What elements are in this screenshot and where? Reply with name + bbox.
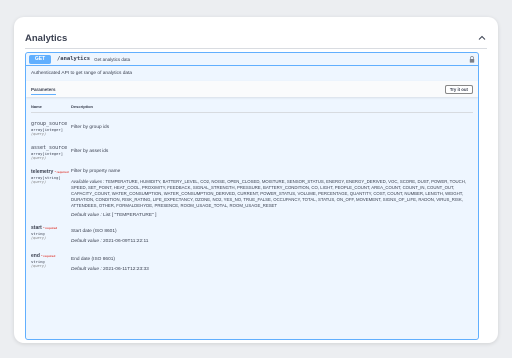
default-value-label: Default value : xyxy=(71,239,102,244)
param-in: (query) xyxy=(31,180,47,184)
operation-description: Authenticated API to get range of analyt… xyxy=(31,71,133,76)
param-name-cell: end * required string (query) xyxy=(31,253,71,277)
operation-block: GET /analytics Get analytics data Authen… xyxy=(25,52,479,340)
tab-parameters[interactable]: Parameters xyxy=(31,81,56,97)
param-description-cell: Filter by property name Available values… xyxy=(71,169,473,223)
chevron-up-icon[interactable] xyxy=(477,33,487,43)
param-in: (query) xyxy=(31,132,47,136)
param-in: (query) xyxy=(31,156,47,160)
header-description: Description xyxy=(71,104,94,109)
operation-summary[interactable]: GET /analytics Get analytics data xyxy=(26,53,478,66)
tab-bar: Parameters Try it out xyxy=(26,81,478,97)
param-row-telemetry: telemetry * required array[string] (quer… xyxy=(31,161,473,223)
param-description-cell: Filter by asset ids xyxy=(71,145,473,161)
param-description-cell: Start date (ISO 8601) Default value : 20… xyxy=(71,225,473,249)
default-value-text: 2021-06-11T12:23:33 xyxy=(103,267,149,272)
parameters-table: Name Description group_source array[inte… xyxy=(26,97,478,280)
lock-icon[interactable] xyxy=(469,55,475,63)
param-in: (query) xyxy=(31,236,47,240)
required-marker: * required xyxy=(54,170,69,174)
param-description: Filter by property name xyxy=(71,169,121,174)
section-header[interactable]: Analytics xyxy=(25,28,487,49)
try-it-out-button[interactable]: Try it out xyxy=(444,84,473,94)
required-marker: * required xyxy=(43,226,58,230)
default-value: Default value : 2021-06-11T12:23:33 xyxy=(71,267,473,273)
param-name-cell: telemetry * required array[string] (quer… xyxy=(31,169,71,223)
param-description: End date (ISO 8601) xyxy=(71,257,115,262)
default-value-label: Default value : xyxy=(71,213,102,218)
required-marker: * required xyxy=(41,254,56,258)
method-badge: GET xyxy=(29,54,51,64)
param-name-cell: start * required string (query) xyxy=(31,225,71,249)
available-values: Available values : TEMPERATURE, HUMIDITY… xyxy=(71,179,473,209)
operation-summary-text: Get analytics data xyxy=(94,56,131,62)
operation-path: /analytics xyxy=(57,56,91,62)
header-name: Name xyxy=(31,104,42,109)
default-value-label: Default value : xyxy=(71,267,102,272)
param-row-end: end * required string (query) End date (… xyxy=(31,249,473,277)
default-value: Default value : 2021-06-09T11:22:11 xyxy=(71,239,473,245)
param-description-cell: End date (ISO 8601) Default value : 2021… xyxy=(71,253,473,277)
param-name-cell: group_source array[integer] (query) xyxy=(31,121,71,137)
param-in: (query) xyxy=(31,264,47,268)
default-value-text: List [ "TEMPERATURE" ] xyxy=(103,213,157,218)
default-value-text: 2021-06-09T11:22:11 xyxy=(103,239,149,244)
param-name-cell: asset_source array[integer] (query) xyxy=(31,145,71,161)
param-description: Filter by asset ids xyxy=(71,149,109,154)
analytics-card: Analytics GET /analytics Get analytics d… xyxy=(14,17,498,343)
table-header: Name Description xyxy=(31,100,473,113)
param-row-group-source: group_source array[integer] (query) Filt… xyxy=(31,113,473,137)
default-value: Default value : List [ "TEMPERATURE" ] xyxy=(71,213,473,219)
param-description-cell: Filter by group ids xyxy=(71,121,473,137)
param-description: Start date (ISO 8601) xyxy=(71,229,117,234)
available-values-list: TEMPERATURE, HUMIDITY, BATTERY_LEVEL, CO… xyxy=(71,179,467,208)
param-description: Filter by group ids xyxy=(71,125,110,130)
available-values-label: Available values : xyxy=(71,179,105,184)
param-row-start: start * required string (query) Start da… xyxy=(31,223,473,249)
param-row-asset-source: asset_source array[integer] (query) Filt… xyxy=(31,137,473,161)
section-title: Analytics xyxy=(25,32,68,44)
